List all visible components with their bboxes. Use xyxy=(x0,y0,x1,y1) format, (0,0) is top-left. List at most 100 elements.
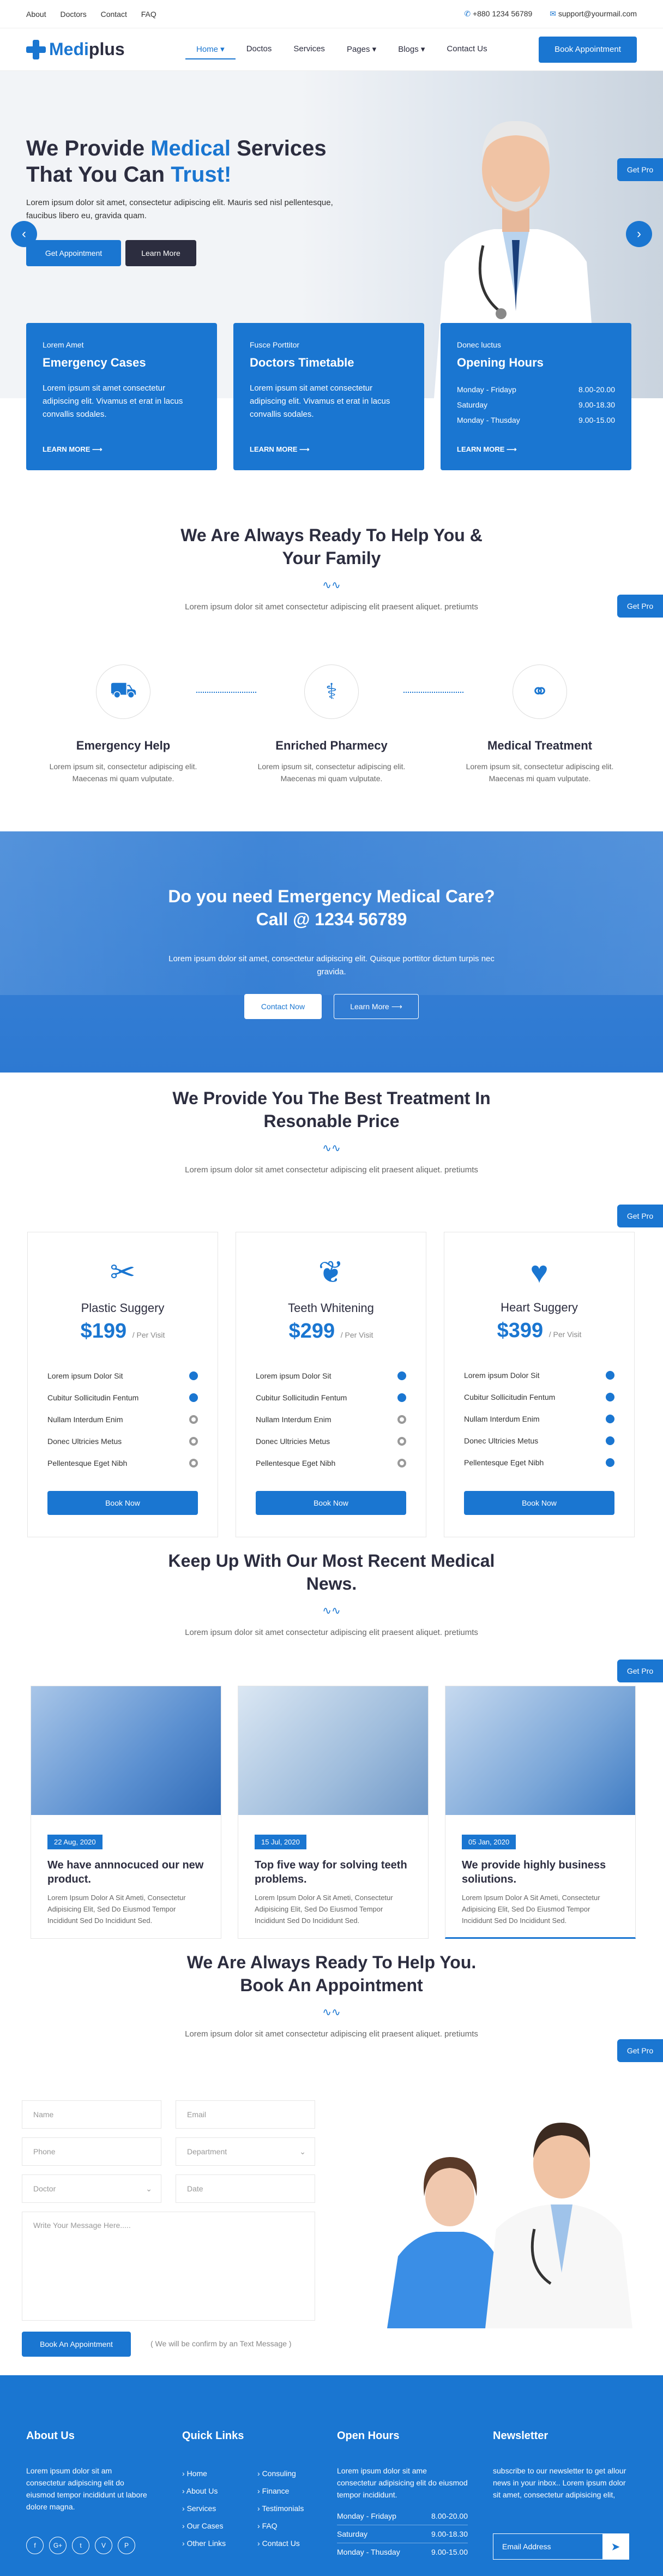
plan-feature: Donec Ultricies Metus xyxy=(256,1430,406,1452)
footer-link[interactable]: Other Links xyxy=(182,2535,226,2552)
emergency-cta: Do you need Emergency Medical Care? Call… xyxy=(0,831,663,1073)
footer-link[interactable]: Testimonials xyxy=(257,2500,304,2517)
nav-item-doctos[interactable]: Doctos xyxy=(236,40,283,59)
date-field[interactable]: Date xyxy=(176,2174,315,2203)
chevron-down-icon: ⌄ xyxy=(299,2147,306,2156)
news-card[interactable]: 22 Aug, 2020 We have annnocuced our new … xyxy=(31,1686,221,1939)
price-card-teeth: ❦ Teeth Whitening $299 / Per Visit Lorem… xyxy=(236,1232,426,1537)
news-title: Keep Up With Our Most Recent Medical New… xyxy=(168,1551,495,1593)
nav-item-services[interactable]: Services xyxy=(282,40,336,59)
send-icon[interactable]: ➤ xyxy=(602,2534,629,2559)
phone-field[interactable]: Phone xyxy=(22,2137,161,2166)
facebook-icon[interactable]: f xyxy=(26,2537,44,2554)
contact-now-button[interactable]: Contact Now xyxy=(244,994,322,1019)
hours-row: Monday - Fridayp 8.00-20.00 xyxy=(337,2507,468,2525)
doctors-image xyxy=(387,2123,632,2328)
news-image xyxy=(445,1686,635,1815)
unchecked-icon xyxy=(189,1415,198,1424)
news-image xyxy=(31,1686,221,1815)
get-appointment-button[interactable]: Get Appointment xyxy=(26,240,121,266)
newsletter-email-input[interactable]: Email Address ➤ xyxy=(493,2533,629,2560)
card-title: Emergency Cases xyxy=(43,356,146,369)
news-card[interactable]: 15 Jul, 2020 Top five way for solving te… xyxy=(238,1686,429,1939)
nav-item-blogs[interactable]: Blogs ▾ xyxy=(387,40,436,59)
plan-feature: Nullam Interdum Enim xyxy=(256,1409,406,1430)
plan-name: Heart Suggery xyxy=(501,1301,578,1314)
pinterest-icon[interactable]: P xyxy=(118,2537,135,2554)
hours-row: Saturday 9.00-18.30 xyxy=(337,2525,468,2543)
learn-more-button[interactable]: Learn More xyxy=(125,240,196,266)
message-field[interactable]: Write Your Message Here..... xyxy=(22,2212,315,2321)
get-pro-button[interactable]: Get Pro xyxy=(617,2039,663,2062)
phone-icon: ✆ +880 1234 56789 xyxy=(464,9,533,18)
nav-item-pages[interactable]: Pages ▾ xyxy=(336,40,387,59)
card-kicker: Fusce Porttitor xyxy=(250,340,300,349)
google-plus-icon[interactable]: G+ xyxy=(49,2537,67,2554)
department-select[interactable]: Department ⌄ xyxy=(176,2137,315,2166)
footer-link[interactable]: Services xyxy=(182,2500,226,2517)
news-card[interactable]: 05 Jan, 2020 We provide highly business … xyxy=(445,1686,636,1939)
unchecked-icon xyxy=(397,1459,406,1467)
plan-feature: Lorem ipsum Dolor Sit xyxy=(464,1364,614,1386)
prev-arrow-icon[interactable]: ‹ xyxy=(11,221,37,247)
news-card-title[interactable]: We have annnocuced our new product. xyxy=(47,1858,204,1886)
card-learn-more-link[interactable]: LEARN MORE ⟶ xyxy=(250,445,310,454)
footer-quick-links-title: Quick Links xyxy=(182,2430,244,2442)
nav-item-contact[interactable]: Contact Us xyxy=(436,40,498,59)
logo[interactable]: Medi plus xyxy=(26,39,185,59)
feature-text: Lorem ipsum sit, consectetur adipiscing … xyxy=(466,762,614,783)
footer-link[interactable]: Contact Us xyxy=(257,2535,304,2552)
news-card-title[interactable]: We provide highly business soliutions. xyxy=(462,1858,619,1886)
book-appointment-submit-button[interactable]: Book An Appointment xyxy=(22,2332,131,2357)
footer-link[interactable]: Finance xyxy=(257,2482,304,2500)
top-link-faq[interactable]: FAQ xyxy=(141,10,156,19)
footer-link[interactable]: Our Cases xyxy=(182,2517,226,2535)
plan-feature: Cubitur Sollicitudin Fentum xyxy=(47,1387,198,1409)
hours-row: Monday - Thusday 9.00-15.00 xyxy=(337,2548,468,2556)
get-pro-button[interactable]: Get Pro xyxy=(617,158,663,181)
news-date: 05 Jan, 2020 xyxy=(462,1835,516,1849)
footer-link[interactable]: Consuling xyxy=(257,2465,304,2482)
card-learn-more-link[interactable]: LEARN MORE ⟶ xyxy=(457,445,517,454)
pulse-icon: ∿∿ xyxy=(322,1605,341,1617)
top-link-doctors[interactable]: Doctors xyxy=(60,10,86,19)
get-pro-button[interactable]: Get Pro xyxy=(617,1205,663,1227)
footer-link[interactable]: FAQ xyxy=(257,2517,304,2535)
footer-link[interactable]: Home xyxy=(182,2465,226,2482)
email-field[interactable]: Email xyxy=(176,2100,315,2129)
top-link-about[interactable]: About xyxy=(26,10,46,19)
hero-text: Lorem ipsum dolor sit amet, consectetur … xyxy=(26,198,333,220)
next-arrow-icon[interactable]: › xyxy=(626,221,652,247)
card-learn-more-link[interactable]: LEARN MORE ⟶ xyxy=(43,445,103,454)
help-text: Lorem ipsum dolor sit amet consectetur a… xyxy=(185,602,478,612)
book-now-button[interactable]: Book Now xyxy=(256,1491,406,1515)
plan-features: Lorem ipsum Dolor Sit Cubitur Sollicitud… xyxy=(464,1364,614,1473)
caduceus-icon: ⚕ xyxy=(304,664,359,719)
book-now-button[interactable]: Book Now xyxy=(464,1491,614,1515)
footer-link[interactable]: About Us xyxy=(182,2482,226,2500)
get-pro-button[interactable]: Get Pro xyxy=(617,595,663,618)
check-icon xyxy=(606,1371,614,1380)
unchecked-icon xyxy=(397,1415,406,1424)
cta-learn-more-button[interactable]: Learn More ⟶ xyxy=(334,994,419,1019)
vimeo-icon[interactable]: V xyxy=(95,2537,112,2554)
plan-feature: Pellentesque Eget Nibh xyxy=(464,1452,614,1473)
plan-feature: Pellentesque Eget Nibh xyxy=(256,1452,406,1474)
nav-item-home[interactable]: Home ▾ xyxy=(185,40,236,59)
top-contact: ✆ +880 1234 56789 ✉ support@yourmail.com xyxy=(449,9,637,19)
check-icon xyxy=(189,1393,198,1402)
book-appointment-button[interactable]: Book Appointment xyxy=(539,36,637,63)
plan-feature: Cubitur Sollicitudin Fentum xyxy=(256,1387,406,1409)
top-link-contact[interactable]: Contact xyxy=(101,10,127,19)
pulse-icon: ∿∿ xyxy=(322,579,341,591)
twitter-icon[interactable]: t xyxy=(72,2537,89,2554)
email-address[interactable]: support@yourmail.com xyxy=(558,9,637,18)
pulse-icon: ∿∿ xyxy=(322,1142,341,1154)
pulse-icon: ∿∿ xyxy=(322,2006,341,2018)
book-now-button[interactable]: Book Now xyxy=(47,1491,198,1515)
get-pro-button[interactable]: Get Pro xyxy=(617,1660,663,1682)
name-field[interactable]: Name xyxy=(22,2100,161,2129)
plan-features: Lorem ipsum Dolor Sit Cubitur Sollicitud… xyxy=(256,1365,406,1474)
doctor-select[interactable]: Doctor ⌄ xyxy=(22,2174,161,2203)
news-card-title[interactable]: Top five way for solving teeth problems. xyxy=(255,1858,412,1886)
